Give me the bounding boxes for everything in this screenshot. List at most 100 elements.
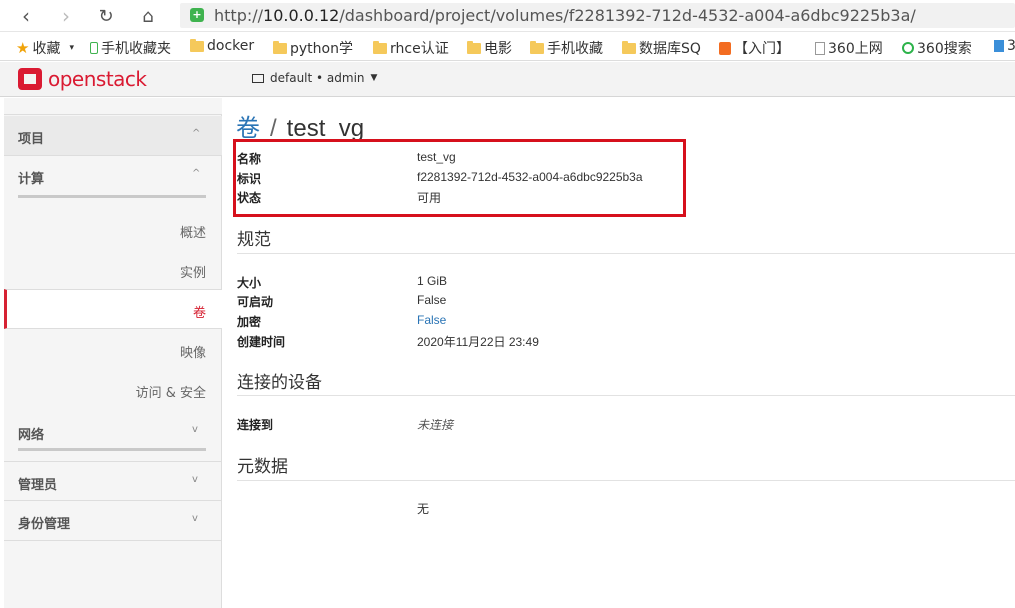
folder-icon xyxy=(273,40,287,54)
sidebar-section-project[interactable]: 项目 ^ xyxy=(4,116,222,156)
detail-value: 无 xyxy=(417,502,430,516)
folder-icon xyxy=(190,38,204,52)
sidebar-item-volumes[interactable]: 卷 xyxy=(4,289,222,329)
folder-icon xyxy=(530,40,544,54)
section-title-attachments: 连接的设备 xyxy=(237,373,322,392)
sidebar-item-label: 实例 xyxy=(179,266,206,281)
breadcrumb-separator: / xyxy=(270,115,277,142)
reload-icon[interactable]: ↻ xyxy=(94,4,118,28)
project-icon xyxy=(252,73,264,83)
sidebar-item-access-security[interactable]: 访问 & 安全 xyxy=(4,370,222,410)
document-icon xyxy=(815,41,825,55)
sidebar-section-label: 网络 xyxy=(18,428,45,443)
sidebar-section-compute[interactable]: 计算 ^ xyxy=(4,156,222,196)
bookmark-database[interactable]: 数据库SQ xyxy=(622,38,701,58)
project-selector-label: default • admin xyxy=(270,71,365,85)
sidebar-section-network[interactable]: 网络 v xyxy=(4,412,222,452)
bookmark-rhce[interactable]: rhce认证 xyxy=(373,38,449,58)
chevron-down-icon: v xyxy=(192,424,198,435)
bookmark-label: 数据库SQ xyxy=(639,41,701,57)
bookmark-label: rhce认证 xyxy=(390,41,449,57)
section-title-metadata: 元数据 xyxy=(237,457,288,476)
detail-value: False xyxy=(417,293,447,307)
detail-key: 大小 xyxy=(237,276,262,290)
chevron-up-icon: ^ xyxy=(192,128,201,139)
url-prefix: http:// xyxy=(214,6,264,25)
folder-icon xyxy=(373,40,387,54)
bookmarks-bar: ★ 收藏 ▾ 手机收藏夹 docker python学 rhce认证 电影 手机收藏… xyxy=(0,33,1015,61)
bookmark-label: 3 xyxy=(1007,38,1015,54)
page-title: test_vg xyxy=(286,115,365,142)
sidebar-section-label: 管理员 xyxy=(18,478,58,493)
detail-value: 1 GiB xyxy=(417,274,448,288)
sidebar-item-overview[interactable]: 概述 xyxy=(4,210,222,250)
project-selector[interactable]: default • admin ▼ xyxy=(252,71,377,85)
sidebar-section-identity[interactable]: 身份管理 v xyxy=(4,501,222,541)
section-title-specs: 规范 xyxy=(237,230,271,249)
bookmark-label: docker xyxy=(207,38,255,54)
sidebar-item-images[interactable]: 映像 xyxy=(4,330,222,370)
chevron-down-icon: v xyxy=(192,474,198,485)
bookmark-label: 【入门】 xyxy=(734,41,790,57)
detail-value: 2020年11月22日 23:49 xyxy=(417,335,539,349)
home-icon[interactable]: ⌂ xyxy=(136,4,160,28)
bookmark-docker[interactable]: docker xyxy=(190,38,254,54)
bookmark-extra[interactable]: 3 xyxy=(994,38,1015,54)
sidebar-section-label: 计算 xyxy=(18,172,45,187)
bookmark-label: python学 xyxy=(290,41,353,57)
address-bar[interactable]: + http://10.0.0.12/dashboard/project/vol… xyxy=(180,3,1015,28)
bookmark-360-search[interactable]: 360搜索 xyxy=(902,38,972,58)
sidebar-item-label: 卷 xyxy=(192,306,206,321)
openstack-logo-icon[interactable] xyxy=(18,68,42,90)
url-host: 10.0.0.12 xyxy=(263,6,340,25)
bookmark-intro[interactable]: 【入门】 xyxy=(719,38,790,58)
bookmark-label: 手机收藏夹 xyxy=(101,41,171,57)
back-icon[interactable]: ‹ xyxy=(14,4,38,28)
detail-key: 创建时间 xyxy=(237,335,286,349)
url-path: /dashboard/project/volumes/f2281392-712d… xyxy=(339,6,916,25)
encrypted-link[interactable]: False xyxy=(417,313,446,327)
folder-icon xyxy=(622,40,636,54)
sidebar-item-instances[interactable]: 实例 xyxy=(4,250,222,290)
caret-down-icon: ▼ xyxy=(370,73,378,83)
url-text[interactable]: http://10.0.0.12/dashboard/project/volum… xyxy=(214,6,916,25)
breadcrumb: 卷 / test_vg xyxy=(236,108,364,143)
chevron-down-icon: v xyxy=(192,513,198,524)
bookmark-favorites[interactable]: ★ 收藏 ▾ xyxy=(16,38,74,58)
sidebar-top-divider xyxy=(4,98,222,115)
folder-icon xyxy=(467,40,481,54)
bookmark-mobile[interactable]: 手机收藏 xyxy=(530,38,603,58)
phone-icon xyxy=(90,42,98,54)
shirt-icon xyxy=(994,40,1004,52)
detail-value: 未连接 xyxy=(417,418,454,432)
shield-icon: + xyxy=(190,8,204,22)
bookmark-movies[interactable]: 电影 xyxy=(467,38,512,58)
openstack-logo-text[interactable]: openstack xyxy=(48,67,147,91)
breadcrumb-volumes-link[interactable]: 卷 xyxy=(236,115,260,142)
sidebar-section-underline xyxy=(18,195,206,198)
bookmark-python[interactable]: python学 xyxy=(273,38,353,58)
sidebar-item-label: 映像 xyxy=(179,346,206,361)
highlight-annotation-box xyxy=(233,139,686,217)
openstack-header: openstack default • admin ▼ xyxy=(0,62,1015,97)
detail-key: 可启动 xyxy=(237,295,274,309)
bookmark-label: 手机收藏 xyxy=(547,41,603,57)
bookmark-mobile-favorites[interactable]: 手机收藏夹 xyxy=(90,38,171,58)
forward-icon[interactable]: › xyxy=(54,4,78,28)
tag-icon xyxy=(719,41,731,55)
sidebar-section-admin[interactable]: 管理员 v xyxy=(4,461,222,501)
sidebar-item-label: 访问 & 安全 xyxy=(135,386,206,401)
detail-key: 加密 xyxy=(237,315,262,329)
bookmark-label: 360搜索 xyxy=(917,41,972,57)
sidebar-section-label: 项目 xyxy=(18,132,45,147)
bookmark-360-online[interactable]: 360上网 xyxy=(815,38,883,58)
chevron-down-icon: ▾ xyxy=(69,43,74,53)
section-divider xyxy=(237,480,1015,481)
star-icon: ★ xyxy=(16,39,30,57)
sidebar-section-underline xyxy=(18,448,206,451)
section-divider xyxy=(237,395,1015,396)
main-content: 卷 / test_vg 名称 test_vg 标识 f2281392-712d-45… xyxy=(222,98,1015,608)
detail-key: 连接到 xyxy=(237,418,274,432)
browser-toolbar: ‹ › ↻ ⌂ + http://10.0.0.12/dashboard/pro… xyxy=(0,0,1015,32)
bookmark-label: 收藏 xyxy=(32,41,61,57)
